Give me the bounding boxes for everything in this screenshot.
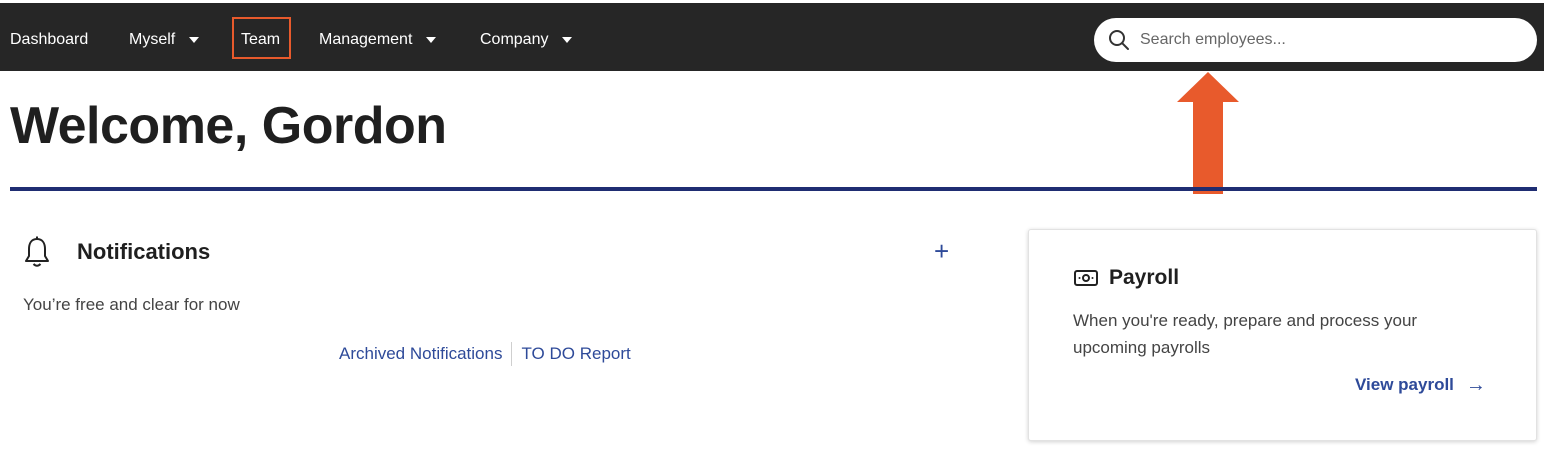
payroll-card: Payroll When you're ready, prepare and p… bbox=[1028, 229, 1537, 441]
top-navigation-bar: Dashboard Myself Team Management Company bbox=[0, 0, 1544, 71]
view-payroll-link[interactable]: View payroll → bbox=[1355, 374, 1486, 396]
nav-item-team[interactable]: Team bbox=[241, 30, 280, 50]
nav-item-label: Team bbox=[241, 31, 281, 48]
caret-down-icon bbox=[426, 37, 437, 43]
up-arrow-annotation-icon bbox=[1177, 72, 1239, 194]
caret-down-icon bbox=[189, 37, 200, 43]
page-title: Welcome, Gordon bbox=[10, 97, 447, 155]
employee-search[interactable] bbox=[1094, 18, 1537, 62]
search-input[interactable] bbox=[1140, 31, 1520, 49]
nav-item-dashboard[interactable]: Dashboard bbox=[10, 30, 88, 50]
top-strip bbox=[0, 0, 1544, 3]
notifications-empty-message: You’re free and clear for now bbox=[23, 295, 240, 314]
nav-item-company[interactable]: Company bbox=[480, 30, 573, 50]
money-icon bbox=[1074, 270, 1098, 286]
add-notification-button[interactable]: + bbox=[934, 236, 949, 266]
arrow-right-icon: → bbox=[1465, 374, 1486, 396]
notification-links: Archived Notifications TO DO Report bbox=[339, 342, 631, 366]
nav-item-label: Myself bbox=[129, 31, 176, 48]
link-separator bbox=[511, 342, 513, 366]
payroll-title: Payroll bbox=[1109, 266, 1180, 289]
nav-item-label: Management bbox=[319, 31, 413, 48]
bell-icon bbox=[25, 236, 49, 267]
nav-item-myself[interactable]: Myself bbox=[129, 30, 200, 50]
search-icon bbox=[1109, 30, 1129, 50]
archived-notifications-link[interactable]: Archived Notifications bbox=[339, 343, 502, 365]
view-payroll-label: View payroll bbox=[1355, 375, 1454, 394]
todo-report-link[interactable]: TO DO Report bbox=[521, 343, 630, 365]
caret-down-icon bbox=[562, 37, 573, 43]
nav-item-label: Company bbox=[480, 31, 549, 48]
title-divider bbox=[10, 187, 1537, 191]
nav-item-management[interactable]: Management bbox=[319, 30, 437, 50]
nav-item-label: Dashboard bbox=[10, 31, 89, 48]
notifications-title: Notifications bbox=[77, 239, 211, 264]
payroll-description: When you're ready, prepare and process y… bbox=[1073, 311, 1418, 357]
